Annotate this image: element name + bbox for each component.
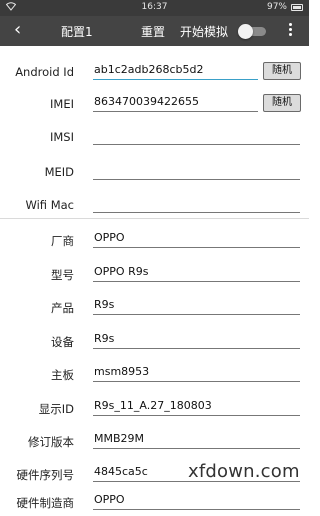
field-label: 设备 <box>51 335 74 349</box>
toggle-knob <box>238 24 253 39</box>
field-row-wifi-mac: Wifi Mac <box>0 193 309 219</box>
reset-button[interactable]: 重置 <box>141 23 165 40</box>
wifi-mac-input[interactable] <box>93 193 300 213</box>
randomize-android-id-button[interactable]: 随机 <box>263 62 301 80</box>
imei-input[interactable]: 863470039422655 <box>93 92 258 112</box>
manufacturer-input[interactable]: OPPO <box>93 228 300 248</box>
field-label: 型号 <box>51 268 74 282</box>
field-label: 厂商 <box>51 234 74 248</box>
battery-percent: 97% <box>266 2 287 12</box>
field-label: 显示ID <box>38 402 74 416</box>
device-input[interactable]: R9s <box>93 329 300 349</box>
field-label: IMSI <box>49 130 74 144</box>
page-title: 配置1 <box>61 25 93 39</box>
field-label: 硬件序列号 <box>16 468 75 482</box>
field-row-device: 设备 R9s <box>0 329 309 355</box>
field-row-imsi: IMSI <box>0 125 309 151</box>
android-id-input[interactable]: ab1c2adb268cb5d2 <box>93 60 258 80</box>
revision-input[interactable]: MMB29M <box>93 429 300 449</box>
more-options-icon[interactable] <box>287 21 293 41</box>
field-label: 主板 <box>51 368 74 382</box>
field-row-manufacturer: 厂商 OPPO <box>0 228 309 254</box>
field-row-model: 型号 OPPO R9s <box>0 262 309 288</box>
field-row-display-id: 显示ID R9s_11_A.27_180803 <box>0 396 309 422</box>
meid-input[interactable] <box>93 160 300 180</box>
battery-icon <box>291 4 303 11</box>
imsi-input[interactable] <box>93 125 300 145</box>
field-row-meid: MEID <box>0 160 309 186</box>
randomize-imei-button[interactable]: 随机 <box>263 94 301 112</box>
field-label: MEID <box>44 165 74 179</box>
status-time: 16:37 <box>141 2 168 12</box>
model-input[interactable]: OPPO R9s <box>93 262 300 282</box>
start-simulation-label: 开始模拟 <box>180 25 229 39</box>
field-row-hardware-manufacturer: 硬件制造商 OPPO <box>0 490 309 516</box>
hardware-manufacturer-input[interactable]: OPPO <box>93 490 300 510</box>
watermark: xfdown.com <box>188 461 300 482</box>
status-bar: 16:37 97% <box>0 0 309 16</box>
product-input[interactable]: R9s <box>93 295 300 315</box>
field-row-revision: 修订版本 MMB29M <box>0 429 309 455</box>
field-row-board: 主板 msm8953 <box>0 362 309 388</box>
field-row-product: 产品 R9s <box>0 295 309 321</box>
back-arrow-icon[interactable]: ‹ <box>14 20 21 40</box>
simulation-toggle[interactable] <box>238 24 266 39</box>
field-label: IMEI <box>50 97 74 111</box>
field-label: 硬件制造商 <box>16 496 75 510</box>
display-id-input[interactable]: R9s_11_A.27_180803 <box>93 396 300 416</box>
board-input[interactable]: msm8953 <box>93 362 300 382</box>
field-label: Wifi Mac <box>25 198 74 212</box>
field-row-imei: IMEI 863470039422655 随机 <box>0 92 309 118</box>
section-divider <box>0 218 309 219</box>
field-row-android-id: Android Id ab1c2adb268cb5d2 随机 <box>0 60 309 86</box>
field-label: 产品 <box>51 301 74 315</box>
app-bar: ‹ 配置1 重置 开始模拟 <box>0 16 309 46</box>
field-label: 修订版本 <box>28 435 74 449</box>
field-label: Android Id <box>15 65 74 79</box>
